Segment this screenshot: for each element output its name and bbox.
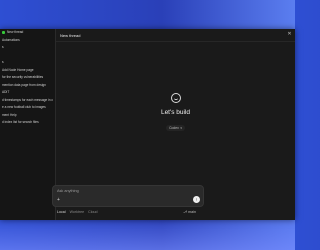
sidebar-item-thread[interactable]: for the security vulnerabilities [0, 74, 55, 81]
composer: Ask anything + ↑ [52, 185, 204, 207]
mode-cloud[interactable]: Cloud [88, 210, 97, 214]
status-dot-icon [2, 30, 5, 34]
sidebar-item-label: ADIT [2, 90, 10, 95]
sidebar-item[interactable] [0, 52, 55, 59]
sidebar-item[interactable]: s [0, 44, 55, 51]
thread-title: New thread [60, 32, 81, 38]
sidebar: New thread Automations s s Add Node Home… [0, 29, 56, 220]
sidebar-item-label: d index list for search files [2, 120, 39, 125]
sidebar-item-thread[interactable]: d index list for search files [0, 119, 55, 126]
sidebar-item-thread[interactable]: Add Node Home page [0, 67, 55, 74]
app-window: New thread Automations s s Add Node Home… [0, 29, 295, 220]
sidebar-item-label: d timestamps for each message in c [2, 97, 54, 102]
chat-bubble-smile-icon [170, 93, 181, 103]
mode-selector: Local Worktree Cloud [57, 210, 98, 214]
mode-local[interactable]: Local [57, 210, 66, 214]
sidebar-item-label: for the security vulnerabilities [2, 75, 44, 80]
sidebar-item-label: mention data page from design [2, 82, 46, 87]
chevron-down-icon: ▾ [180, 126, 182, 130]
close-icon[interactable]: ✕ [287, 32, 292, 37]
sidebar-item-label: s [2, 45, 4, 50]
desktop-wallpaper [0, 220, 295, 250]
sidebar-item-automations[interactable]: Automations [0, 37, 55, 44]
sidebar-item-label: Automations [2, 37, 20, 42]
sidebar-item-label: ment Help [2, 112, 17, 117]
sidebar-item-thread[interactable]: ADIT [0, 89, 55, 96]
sidebar-item-label: s [2, 60, 4, 65]
environment-label: Codex [169, 126, 179, 130]
prompt-input[interactable]: Ask anything [57, 189, 79, 193]
sidebar-item-new-thread[interactable]: New thread [0, 29, 55, 36]
branch-label: main [188, 210, 196, 214]
title-bar: New thread [56, 29, 295, 42]
sidebar-item-label: e a new football club to images [2, 105, 46, 110]
page-title: Let's build [160, 109, 191, 116]
sidebar-item-thread[interactable]: ment Help [0, 112, 55, 119]
branch-selector[interactable]: ⎇ main [183, 210, 196, 214]
send-button[interactable]: ↑ [193, 196, 200, 203]
sidebar-item[interactable]: s [0, 59, 55, 66]
sidebar-item-label: New thread [7, 30, 24, 35]
sidebar-item-label: Add Node Home page [2, 67, 34, 72]
plus-icon[interactable]: + [57, 198, 60, 203]
sidebar-item-thread[interactable]: e a new football club to images [0, 104, 55, 111]
sidebar-item-thread[interactable]: mention data page from design [0, 82, 55, 89]
mode-worktree[interactable]: Worktree [70, 210, 85, 214]
empty-state: Let's build Codex ▾ [56, 93, 295, 134]
git-branch-icon: ⎇ [183, 210, 188, 214]
environment-selector[interactable]: Codex ▾ [166, 125, 185, 131]
sidebar-item-thread[interactable]: d timestamps for each message in c [0, 97, 55, 104]
